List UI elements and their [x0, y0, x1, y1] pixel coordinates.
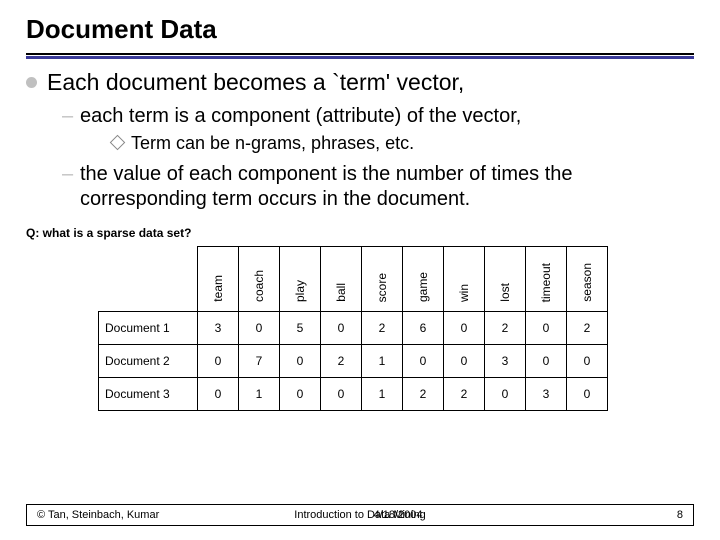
- table-cell: 3: [198, 312, 239, 345]
- bullet2a-text: each term is a component (attribute) of …: [80, 105, 521, 127]
- column-header-lost: lost: [485, 247, 526, 312]
- bullet-level3: Term can be n-grams, phrases, etc.: [112, 133, 694, 154]
- table-cell: 3: [526, 378, 567, 411]
- column-header-score: score: [362, 247, 403, 312]
- row-label: Document 1: [99, 312, 198, 345]
- table-cell: 1: [362, 378, 403, 411]
- table-cell: 0: [567, 345, 608, 378]
- column-header-ball: ball: [321, 247, 362, 312]
- table-cell: 0: [198, 345, 239, 378]
- table-cell: 2: [444, 378, 485, 411]
- question-text: Q: what is a sparse data set?: [26, 226, 694, 240]
- footer-page-number: 8: [677, 509, 683, 521]
- table-corner: [99, 247, 198, 312]
- diamond-icon: [110, 135, 126, 151]
- table-cell: 0: [280, 378, 321, 411]
- table-cell: 3: [485, 345, 526, 378]
- table-cell: 0: [526, 312, 567, 345]
- column-header-team: team: [198, 247, 239, 312]
- table-cell: 0: [280, 345, 321, 378]
- column-header-coach: coach: [239, 247, 280, 312]
- table-cell: 0: [526, 345, 567, 378]
- table-cell: 0: [321, 312, 362, 345]
- dash-icon: –: [62, 162, 73, 187]
- bullet-level1: Each document becomes a `term' vector,: [26, 69, 694, 96]
- bullet2b-text: the value of each component is the numbe…: [80, 163, 573, 210]
- column-header-season: season: [567, 247, 608, 312]
- bullet-disc-icon: [26, 77, 37, 88]
- table-cell: 2: [485, 312, 526, 345]
- column-header-win: win: [444, 247, 485, 312]
- row-label: Document 3: [99, 378, 198, 411]
- table-cell: 0: [444, 345, 485, 378]
- table-cell: 5: [280, 312, 321, 345]
- slide-title: Document Data: [26, 14, 694, 45]
- footer-copyright: © Tan, Steinbach, Kumar: [37, 509, 159, 521]
- footer-bar: © Tan, Steinbach, Kumar Introduction to …: [26, 504, 694, 526]
- table-cell: 0: [321, 378, 362, 411]
- bullet-level2-a: – each term is a component (attribute) o…: [62, 104, 694, 129]
- table-cell: 0: [485, 378, 526, 411]
- table-cell: 2: [403, 378, 444, 411]
- table-cell: 1: [362, 345, 403, 378]
- table-cell: 0: [239, 312, 280, 345]
- divider-blue: [26, 56, 694, 59]
- divider-black: [26, 53, 694, 55]
- table-cell: 0: [403, 345, 444, 378]
- table-cell: 0: [198, 378, 239, 411]
- table-cell: 1: [239, 378, 280, 411]
- column-header-timeout: timeout: [526, 247, 567, 312]
- table-cell: 0: [444, 312, 485, 345]
- footer-date: 4/18/2004: [374, 509, 423, 521]
- dash-icon: –: [62, 104, 73, 129]
- table-cell: 0: [567, 378, 608, 411]
- term-vector-table: teamcoachplayballscoregamewinlosttimeout…: [98, 246, 694, 411]
- table-cell: 2: [362, 312, 403, 345]
- column-header-game: game: [403, 247, 444, 312]
- table-cell: 7: [239, 345, 280, 378]
- column-header-play: play: [280, 247, 321, 312]
- table-cell: 2: [567, 312, 608, 345]
- bullet3-text: Term can be n-grams, phrases, etc.: [131, 133, 414, 153]
- table-cell: 6: [403, 312, 444, 345]
- bullet-level2-b: – the value of each component is the num…: [62, 162, 694, 212]
- row-label: Document 2: [99, 345, 198, 378]
- bullet1-text: Each document becomes a `term' vector,: [47, 69, 464, 96]
- table-cell: 2: [321, 345, 362, 378]
